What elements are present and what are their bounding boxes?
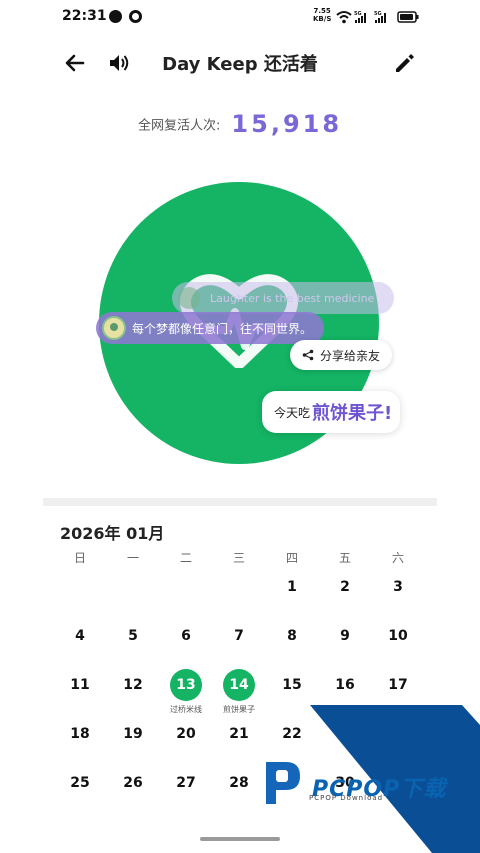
weekday-tue: 二 — [179, 551, 192, 565]
weekday-fri: 五 — [338, 551, 351, 565]
calendar-day[interactable]: 9 — [319, 619, 371, 653]
status-icons: 5G 5G — [336, 11, 419, 24]
calendar-day[interactable]: 18 — [54, 717, 106, 751]
sim2-label: 5G — [374, 11, 382, 17]
dream-text: 每个梦都像任意门，往不同世界。 — [132, 321, 313, 336]
weekday-sun: 日 — [73, 551, 86, 565]
dream-bubble: 每个梦都像任意门，往不同世界。 — [96, 312, 324, 344]
calendar-day[interactable]: 5 — [107, 619, 159, 653]
calendar-day[interactable]: 22 — [266, 717, 318, 751]
calendar-day[interactable]: 16 — [319, 668, 371, 702]
calendar-day[interactable]: 11 — [54, 668, 106, 702]
page-title: Day Keep 还活着 — [162, 54, 318, 75]
calendar-day[interactable]: 6 — [160, 619, 212, 653]
today-food-bubble[interactable]: 今天吃 煎饼果子! — [262, 391, 400, 433]
calendar-day[interactable]: 1 — [266, 570, 318, 604]
quote-text: Laughter is the best medicine — [210, 291, 375, 305]
sound-button[interactable] — [104, 48, 134, 78]
calendar-day[interactable]: 7 — [213, 619, 265, 653]
user-avatar — [178, 287, 200, 309]
calendar-month: 2026年 01月 — [60, 524, 165, 543]
watermark-sub: PCPOP Download — [309, 794, 384, 802]
day-note: 煎饼果子 — [223, 705, 255, 714]
calendar-day[interactable]: 27 — [160, 766, 212, 800]
calendar-day[interactable]: 25 — [54, 766, 106, 800]
weekday-sat: 六 — [391, 551, 404, 565]
quote-bubble: Laughter is the best medicine — [172, 282, 394, 314]
calendar-day[interactable]: 4 — [54, 619, 106, 653]
day-number: 13 — [170, 669, 202, 701]
weekday-thu: 四 — [285, 551, 298, 565]
edit-button[interactable] — [390, 48, 420, 78]
weekday-wed: 三 — [232, 551, 245, 565]
share-button[interactable]: 分享给亲友 — [290, 340, 392, 370]
network-speed-value: 7.55 — [313, 7, 331, 15]
share-label: 分享给亲友 — [320, 348, 381, 363]
calendar-day[interactable]: 10 — [372, 619, 424, 653]
notification-dot-icon — [109, 10, 122, 23]
calendar-day-marked[interactable]: 13 — [160, 668, 212, 702]
revive-counter: 全网复活人次: 15,918 — [0, 110, 480, 138]
status-bar: 22:31 7.55 KB/S 5G 5G — [0, 0, 480, 34]
calendar-day[interactable]: 28 — [213, 766, 265, 800]
status-time: 22:31 — [62, 8, 107, 24]
counter-label: 全网复活人次: — [137, 118, 221, 134]
back-arrow-icon — [65, 54, 85, 72]
calendar-day[interactable]: 21 — [213, 717, 265, 751]
share-icon — [302, 349, 314, 361]
section-divider — [43, 498, 437, 506]
calendar-day[interactable]: 3 — [372, 570, 424, 604]
calendar-day[interactable]: 8 — [266, 619, 318, 653]
day-note: 过桥米线 — [170, 705, 202, 714]
home-indicator[interactable] — [200, 837, 280, 841]
signal-2-icon: 5G — [374, 11, 386, 23]
edit-pencil-icon — [396, 54, 414, 72]
app-notification-icon — [129, 10, 142, 23]
day-number: 14 — [223, 669, 255, 701]
weekday-mon: 一 — [126, 551, 139, 565]
today-food: 煎饼果子! — [312, 403, 393, 424]
counter-value: 15,918 — [231, 110, 343, 138]
network-speed: 7.55 KB/S — [313, 7, 331, 23]
weekday-header: 日 一 二 三 四 五 六 — [54, 549, 424, 565]
calendar-day[interactable]: 20 — [160, 717, 212, 751]
today-prefix: 今天吃 — [274, 405, 311, 420]
speaker-icon — [110, 55, 129, 71]
back-button[interactable] — [60, 48, 90, 78]
signal-1-icon: 5G — [354, 11, 366, 23]
calendar-day[interactable]: 26 — [107, 766, 159, 800]
calendar-day[interactable]: 15 — [266, 668, 318, 702]
calendar-day[interactable]: 17 — [372, 668, 424, 702]
sim1-label: 5G — [354, 11, 362, 17]
user-avatar — [102, 316, 126, 340]
calendar-day-marked[interactable]: 14 — [213, 668, 265, 702]
calendar-day[interactable]: 12 — [107, 668, 159, 702]
battery-icon — [397, 11, 419, 23]
app-header: Day Keep 还活着 — [0, 40, 480, 86]
network-speed-unit: KB/S — [313, 15, 332, 23]
calendar-day[interactable]: 2 — [319, 570, 371, 604]
calendar-day[interactable]: 19 — [107, 717, 159, 751]
wifi-icon — [336, 11, 352, 24]
